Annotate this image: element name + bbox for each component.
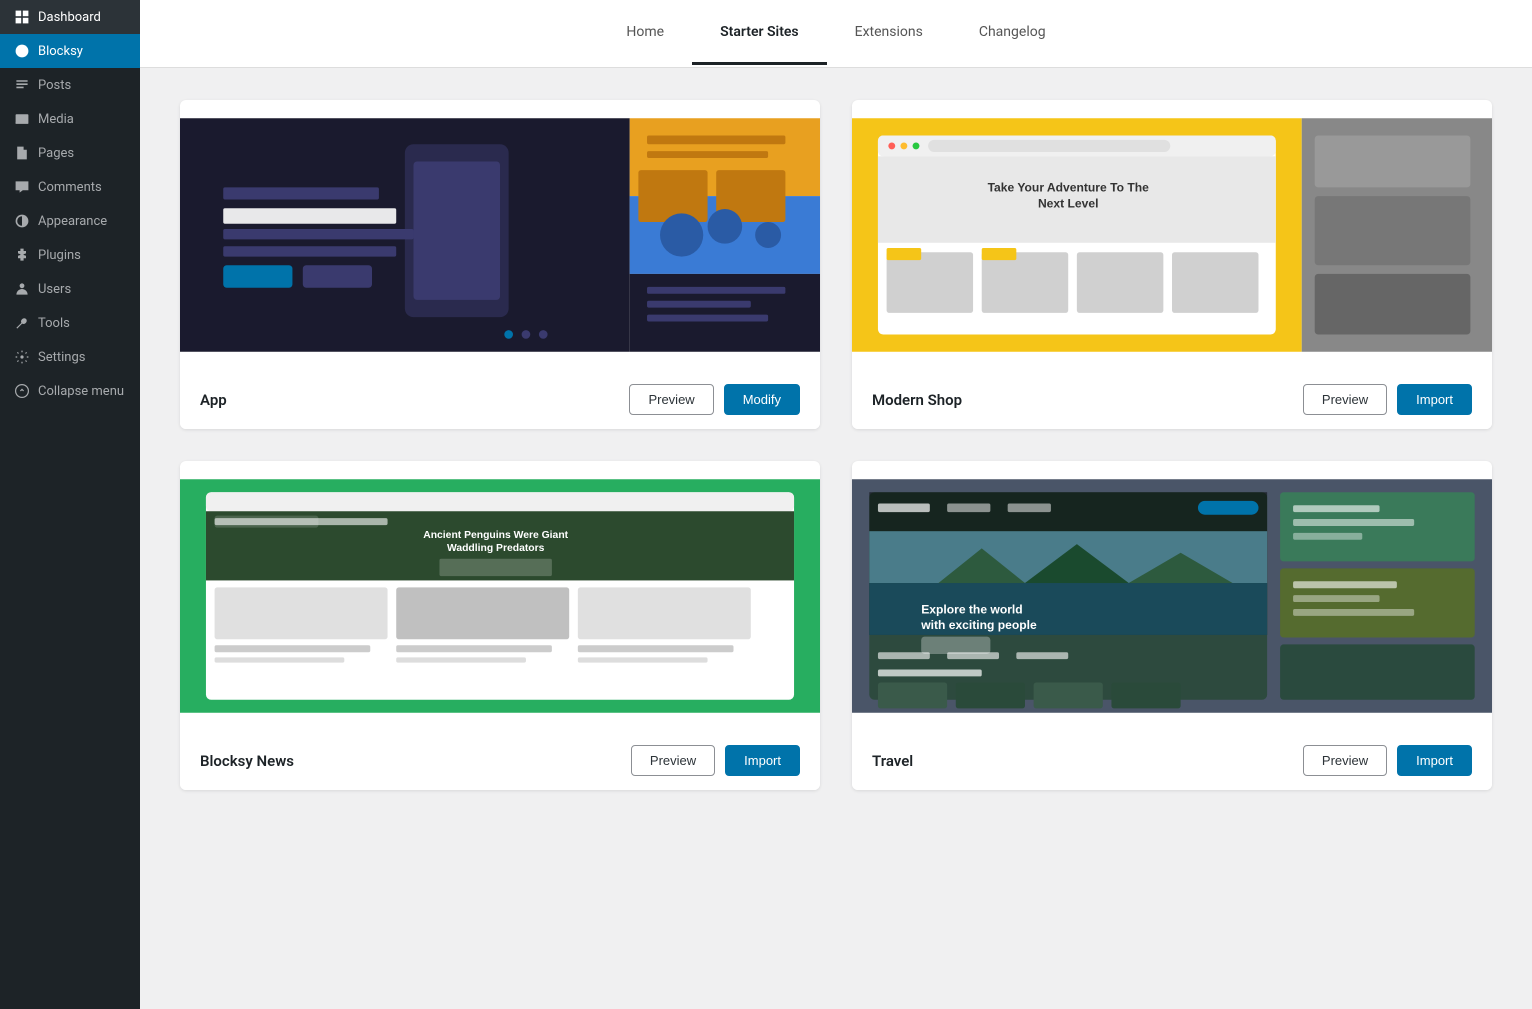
sidebar-item-dashboard-label: Dashboard xyxy=(38,10,101,25)
plugins-icon xyxy=(14,247,30,263)
sidebar-item-plugins-label: Plugins xyxy=(38,248,81,263)
card-blocksy-news-import-button[interactable]: Import xyxy=(725,745,800,776)
svg-text:Explore the world: Explore the world xyxy=(921,602,1022,616)
tab-starter-sites[interactable]: Starter Sites xyxy=(692,2,827,65)
starter-sites-content: App Preview Modify xyxy=(140,68,1532,822)
tools-icon xyxy=(14,315,30,331)
card-travel-actions: Preview Import xyxy=(1303,745,1472,776)
svg-text:Ancient Penguins Were Giant: Ancient Penguins Were Giant xyxy=(423,530,568,541)
card-travel-preview-button[interactable]: Preview xyxy=(1303,745,1387,776)
users-icon xyxy=(14,281,30,297)
card-travel-footer: Travel Preview Import xyxy=(852,731,1492,790)
posts-icon xyxy=(14,77,30,93)
dashboard-icon xyxy=(14,9,30,25)
sidebar-item-media-label: Media xyxy=(38,112,74,127)
sidebar-item-users[interactable]: Users xyxy=(0,272,140,306)
sidebar-item-blocksy[interactable]: Blocksy xyxy=(0,34,140,68)
sidebar-item-comments-label: Comments xyxy=(38,180,102,195)
sidebar-item-plugins[interactable]: Plugins xyxy=(0,238,140,272)
card-app-modify-button[interactable]: Modify xyxy=(724,384,800,415)
sidebar-item-pages[interactable]: Pages xyxy=(0,136,140,170)
sidebar-item-collapse[interactable]: Collapse menu xyxy=(0,374,140,408)
sidebar-item-posts-label: Posts xyxy=(38,78,71,93)
card-app-footer: App Preview Modify xyxy=(180,370,820,429)
tab-changelog[interactable]: Changelog xyxy=(951,2,1074,65)
sidebar-item-dashboard[interactable]: Dashboard xyxy=(0,0,140,34)
sidebar-item-appearance[interactable]: Appearance xyxy=(0,204,140,238)
card-blocksy-news-footer: Blocksy News Preview Import xyxy=(180,731,820,790)
card-blocksy-news-preview-button[interactable]: Preview xyxy=(631,745,715,776)
svg-text:with exciting people: with exciting people xyxy=(920,618,1037,632)
card-blocksy-news-image: Ancient Penguins Were Giant Waddling Pre… xyxy=(180,461,820,731)
card-blocksy-news: Ancient Penguins Were Giant Waddling Pre… xyxy=(180,461,820,790)
card-app-actions: Preview Modify xyxy=(629,384,800,415)
card-app-title: App xyxy=(200,391,227,409)
sidebar-item-settings[interactable]: Settings xyxy=(0,340,140,374)
sidebar-item-users-label: Users xyxy=(38,282,71,297)
main-content: Home Starter Sites Extensions Changelog xyxy=(140,0,1532,1009)
sidebar-item-comments[interactable]: Comments xyxy=(0,170,140,204)
card-travel: Explore the world with exciting people xyxy=(852,461,1492,790)
sidebar-item-appearance-label: Appearance xyxy=(38,214,107,229)
settings-icon xyxy=(14,349,30,365)
sidebar-item-pages-label: Pages xyxy=(38,146,74,161)
card-blocksy-news-title: Blocksy News xyxy=(200,752,294,770)
media-icon xyxy=(14,111,30,127)
cards-grid: App Preview Modify xyxy=(180,100,1492,790)
tab-bar: Home Starter Sites Extensions Changelog xyxy=(140,0,1532,68)
sidebar-item-settings-label: Settings xyxy=(38,350,85,365)
sidebar-item-collapse-label: Collapse menu xyxy=(38,384,124,399)
comments-icon xyxy=(14,179,30,195)
card-modern-shop-actions: Preview Import xyxy=(1303,384,1472,415)
card-modern-shop-footer: Modern Shop Preview Import xyxy=(852,370,1492,429)
svg-text:Next Level: Next Level xyxy=(1038,196,1099,210)
card-app-image xyxy=(180,100,820,370)
card-modern-shop-title: Modern Shop xyxy=(872,391,962,409)
sidebar-item-tools-label: Tools xyxy=(38,316,70,331)
pages-icon xyxy=(14,145,30,161)
blocksy-icon xyxy=(14,43,30,59)
svg-text:Take Your Adventure To The: Take Your Adventure To The xyxy=(988,181,1150,195)
tab-extensions[interactable]: Extensions xyxy=(827,2,951,65)
card-modern-shop-image: Take Your Adventure To The Next Level xyxy=(852,100,1492,370)
card-travel-image: Explore the world with exciting people xyxy=(852,461,1492,731)
svg-text:Waddling Predators: Waddling Predators xyxy=(447,543,545,554)
card-blocksy-news-actions: Preview Import xyxy=(631,745,800,776)
card-travel-import-button[interactable]: Import xyxy=(1397,745,1472,776)
appearance-icon xyxy=(14,213,30,229)
sidebar: Dashboard Blocksy Posts Media Pages Comm… xyxy=(0,0,140,1009)
card-modern-shop-import-button[interactable]: Import xyxy=(1397,384,1472,415)
sidebar-item-tools[interactable]: Tools xyxy=(0,306,140,340)
card-app: App Preview Modify xyxy=(180,100,820,429)
card-modern-shop-preview-button[interactable]: Preview xyxy=(1303,384,1387,415)
tab-home[interactable]: Home xyxy=(598,2,692,65)
card-app-preview-button[interactable]: Preview xyxy=(629,384,713,415)
sidebar-item-media[interactable]: Media xyxy=(0,102,140,136)
sidebar-item-blocksy-label: Blocksy xyxy=(38,44,83,59)
sidebar-item-posts[interactable]: Posts xyxy=(0,68,140,102)
card-travel-title: Travel xyxy=(872,752,913,770)
collapse-icon xyxy=(14,383,30,399)
card-modern-shop: Take Your Adventure To The Next Level xyxy=(852,100,1492,429)
